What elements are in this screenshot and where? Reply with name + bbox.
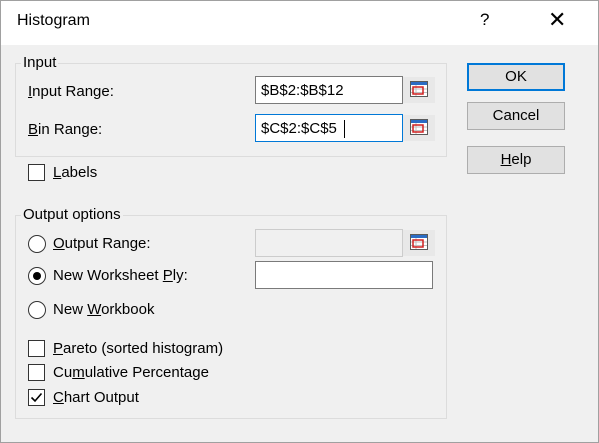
close-button[interactable]: ✕ bbox=[548, 7, 566, 33]
context-help-button[interactable]: ? bbox=[480, 10, 489, 30]
input-group-label: Input bbox=[21, 54, 59, 71]
labels-checkbox-label[interactable]: Labels bbox=[53, 164, 97, 181]
dialog-title: Histogram bbox=[17, 12, 90, 29]
new-worksheet-ply-radio[interactable] bbox=[28, 267, 46, 285]
cumulative-percentage-label[interactable]: Cumulative Percentage bbox=[53, 364, 209, 381]
new-worksheet-ply-label[interactable]: New Worksheet Ply: bbox=[53, 267, 188, 284]
help-button[interactable]: Help bbox=[467, 146, 565, 174]
chart-output-label[interactable]: Chart Output bbox=[53, 389, 139, 406]
cumulative-percentage-checkbox[interactable] bbox=[28, 364, 45, 381]
new-workbook-label[interactable]: New Workbook bbox=[53, 301, 154, 318]
text-caret bbox=[344, 120, 345, 138]
input-range-collapse-button[interactable] bbox=[403, 77, 435, 103]
input-range-field[interactable]: $B$2:$B$12 bbox=[255, 76, 403, 104]
bin-range-collapse-button[interactable] bbox=[403, 115, 435, 141]
title-bar: Histogram ? ✕ bbox=[1, 1, 598, 45]
checkmark-icon bbox=[30, 392, 43, 403]
output-range-label[interactable]: Output Range: bbox=[53, 235, 151, 252]
input-range-label: Input Range: bbox=[28, 83, 114, 100]
output-range-field[interactable] bbox=[255, 229, 403, 257]
pareto-checkbox[interactable] bbox=[28, 340, 45, 357]
ok-button[interactable]: OK bbox=[467, 63, 565, 91]
output-range-radio[interactable] bbox=[28, 235, 46, 253]
bin-range-field[interactable]: $C$2:$C$5 bbox=[255, 114, 403, 142]
collapse-dialog-icon bbox=[410, 234, 428, 250]
new-worksheet-ply-field[interactable] bbox=[255, 261, 433, 289]
labels-checkbox[interactable] bbox=[28, 164, 45, 181]
collapse-dialog-icon bbox=[410, 81, 428, 97]
output-options-label: Output options bbox=[21, 206, 123, 223]
radio-selected-dot bbox=[33, 272, 41, 280]
pareto-label[interactable]: Pareto (sorted histogram) bbox=[53, 340, 223, 357]
bin-range-label: Bin Range: bbox=[28, 121, 103, 138]
collapse-dialog-icon bbox=[410, 119, 428, 135]
histogram-dialog: Histogram ? ✕ Input Input Range: $B$2:$B… bbox=[0, 0, 599, 443]
new-workbook-radio[interactable] bbox=[28, 301, 46, 319]
chart-output-checkbox[interactable] bbox=[28, 389, 45, 406]
output-range-collapse-button[interactable] bbox=[403, 230, 435, 256]
cancel-button[interactable]: Cancel bbox=[467, 102, 565, 130]
